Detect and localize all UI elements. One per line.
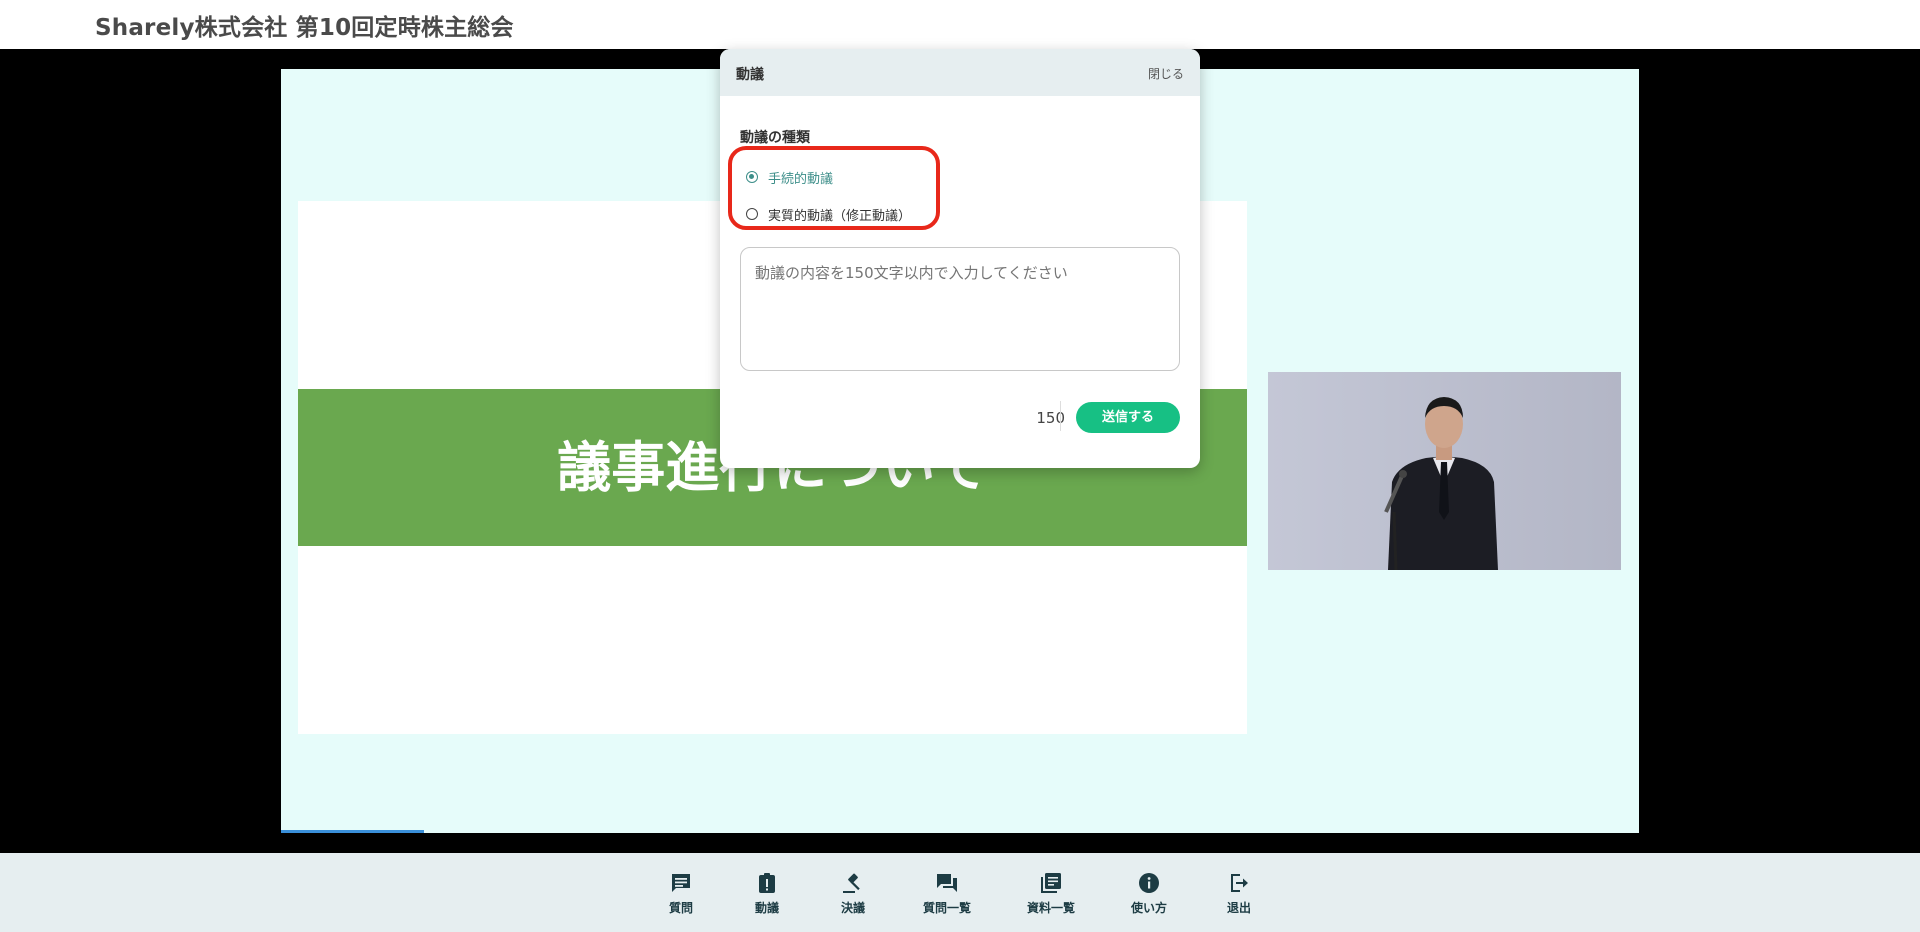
toolbar-label: 退出	[1226, 901, 1251, 915]
toolbar-motion-button[interactable]: 動議	[722, 871, 812, 923]
toolbar-label: 質問一覧	[922, 901, 971, 915]
toolbar-documents-button[interactable]: 資料一覧	[1006, 871, 1096, 923]
gavel-icon	[843, 873, 860, 893]
exit-icon	[1231, 874, 1248, 892]
dialog-title: 動議	[736, 67, 764, 83]
info-icon	[1139, 873, 1159, 893]
bottom-toolbar: 質問 動議 決議 質問一覧 資料一覧 使い方 退出	[0, 853, 1920, 932]
annotation-highlight-box	[728, 146, 940, 230]
question-list-icon	[937, 874, 957, 892]
character-counter: 150	[1036, 409, 1065, 427]
motion-clipboard-icon	[759, 873, 775, 893]
toolbar-label: 質問	[668, 901, 693, 915]
speaker-video	[1268, 372, 1621, 570]
toolbar-label: 使い方	[1130, 901, 1167, 915]
toolbar-question-list-button[interactable]: 質問一覧	[902, 871, 992, 923]
question-comment-icon	[672, 874, 690, 892]
playback-progress	[281, 830, 424, 833]
motion-dialog: 動議 閉じる 動議の種類 手続的動議 実質的動議（修正動議） 150 送信する	[720, 49, 1200, 468]
meeting-title: Sharely株式会社 第10回定時株主総会	[95, 15, 514, 41]
dialog-header: 動議 閉じる	[720, 49, 1200, 96]
close-button[interactable]: 閉じる	[1148, 65, 1184, 82]
motion-type-label: 動議の種類	[740, 130, 810, 146]
toolbar-question-button[interactable]: 質問	[636, 871, 726, 923]
speaker-video-image	[1268, 372, 1621, 570]
toolbar-resolution-button[interactable]: 決議	[808, 871, 898, 923]
toolbar-label: 決議	[840, 901, 865, 915]
top-bar: Sharely株式会社 第10回定時株主総会	[0, 0, 1920, 49]
divider	[1060, 401, 1061, 431]
toolbar-help-button[interactable]: 使い方	[1104, 871, 1194, 923]
toolbar-exit-button[interactable]: 退出	[1194, 871, 1284, 923]
documents-icon	[1041, 873, 1061, 893]
submit-button[interactable]: 送信する	[1076, 402, 1180, 433]
motion-content-input[interactable]	[740, 247, 1180, 371]
toolbar-label: 資料一覧	[1026, 901, 1075, 915]
toolbar-label: 動議	[754, 901, 779, 915]
